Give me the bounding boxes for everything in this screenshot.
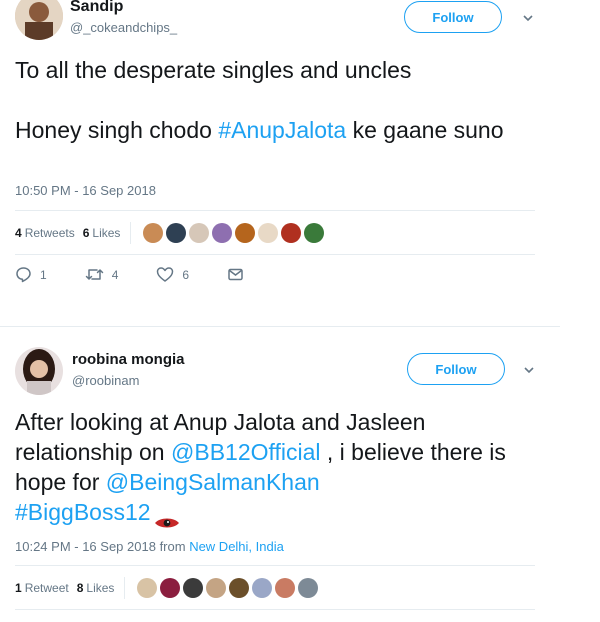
avatar-image: [15, 0, 63, 40]
tweet-text-line: To all the desperate singles and uncles: [15, 57, 412, 83]
divider: [15, 254, 535, 255]
direct-message-button[interactable]: [227, 266, 252, 283]
retweets-count: 1: [15, 581, 22, 595]
liker-avatar[interactable]: [252, 578, 273, 598]
hashtag-link[interactable]: #BiggBoss12: [15, 499, 151, 525]
tweet-text: After looking at Anup Jalota and Jasleen…: [15, 407, 535, 528]
stats-separator: [124, 577, 126, 599]
likes-label: Likes: [92, 226, 121, 240]
retweets-stat[interactable]: 4 Retweets: [15, 226, 75, 240]
timestamp-line: 10:24 PM - 16 Sep 2018 from New Delhi, I…: [15, 539, 284, 554]
avatar[interactable]: [15, 0, 63, 40]
divider: [15, 210, 535, 211]
reply-button[interactable]: 1: [15, 266, 47, 283]
retweet-icon: [85, 269, 103, 280]
display-name[interactable]: roobina mongia: [72, 351, 185, 368]
liker-avatar[interactable]: [166, 223, 187, 243]
likers-avatars: [137, 578, 319, 598]
engagement-stats: 4 Retweets 6 Likes: [15, 220, 325, 246]
liker-avatar[interactable]: [212, 223, 233, 243]
location-link[interactable]: New Delhi, India: [189, 539, 284, 554]
liker-avatar[interactable]: [206, 578, 227, 598]
retweets-stat[interactable]: 1 Retweet: [15, 581, 69, 595]
liker-avatar[interactable]: [137, 578, 158, 598]
engagement-stats: 1 Retweet 8 Likes: [15, 575, 319, 601]
tweet-card: Sandip @_cokeandchips_ Follow To all the…: [0, 0, 560, 326]
follow-button[interactable]: Follow: [404, 1, 502, 33]
follow-button[interactable]: Follow: [407, 353, 505, 385]
timestamp[interactable]: 10:24 PM - 16 Sep 2018: [15, 539, 156, 554]
liker-avatar[interactable]: [298, 578, 319, 598]
divider: [15, 565, 535, 566]
divider: [15, 609, 535, 610]
from-label: from: [159, 539, 186, 554]
tweet-actions: 1 4 6: [15, 266, 290, 283]
liker-avatar[interactable]: [304, 223, 325, 243]
retweets-count: 4: [15, 226, 22, 240]
avatar-image: [15, 347, 63, 395]
hashtag-link[interactable]: #AnupJalota: [218, 117, 346, 143]
mention-link[interactable]: @BeingSalmanKhan: [106, 469, 320, 495]
retweet-button[interactable]: 4: [85, 266, 119, 283]
liker-avatar[interactable]: [183, 578, 204, 598]
mention-link[interactable]: @BB12Official: [171, 439, 321, 465]
user-handle[interactable]: @roobinam: [72, 373, 139, 388]
chevron-down-icon[interactable]: [521, 11, 535, 25]
likes-stat[interactable]: 8 Likes: [77, 581, 115, 595]
liker-avatar[interactable]: [275, 578, 296, 598]
retweet-count: 4: [111, 267, 119, 282]
tweet-text-segment: ke gaane suno: [346, 117, 504, 143]
chevron-down-icon[interactable]: [522, 363, 536, 377]
liker-avatar[interactable]: [229, 578, 250, 598]
avatar[interactable]: [15, 347, 63, 395]
tweet-text-segment: Honey singh chodo: [15, 117, 219, 143]
liker-avatar[interactable]: [143, 223, 164, 243]
likes-stat[interactable]: 6 Likes: [83, 226, 121, 240]
tweet-card: roobina mongia @roobinam Follow After lo…: [0, 327, 560, 622]
reply-count: 1: [40, 267, 47, 282]
likes-count: 6: [82, 226, 90, 240]
likes-label: Likes: [86, 581, 115, 595]
liker-avatar[interactable]: [281, 223, 302, 243]
like-button[interactable]: 6: [156, 266, 189, 283]
retweets-label: Retweet: [24, 581, 69, 595]
stats-separator: [130, 222, 132, 244]
heart-icon: [157, 267, 174, 282]
liker-avatar[interactable]: [160, 578, 181, 598]
liker-avatar[interactable]: [235, 223, 256, 243]
envelope-icon: [228, 268, 243, 281]
like-count: 6: [182, 267, 190, 282]
likers-avatars: [143, 223, 325, 243]
display-name[interactable]: Sandip: [70, 0, 123, 16]
liker-avatar[interactable]: [189, 223, 210, 243]
eye-icon: [154, 507, 180, 528]
liker-avatar[interactable]: [258, 223, 279, 243]
reply-icon: [16, 267, 31, 283]
likes-count: 8: [76, 581, 84, 595]
retweets-label: Retweets: [24, 226, 75, 240]
timestamp[interactable]: 10:50 PM - 16 Sep 2018: [15, 183, 156, 198]
user-handle[interactable]: @_cokeandchips_: [70, 20, 177, 35]
tweet-text: To all the desperate singles and uncles …: [15, 55, 540, 145]
